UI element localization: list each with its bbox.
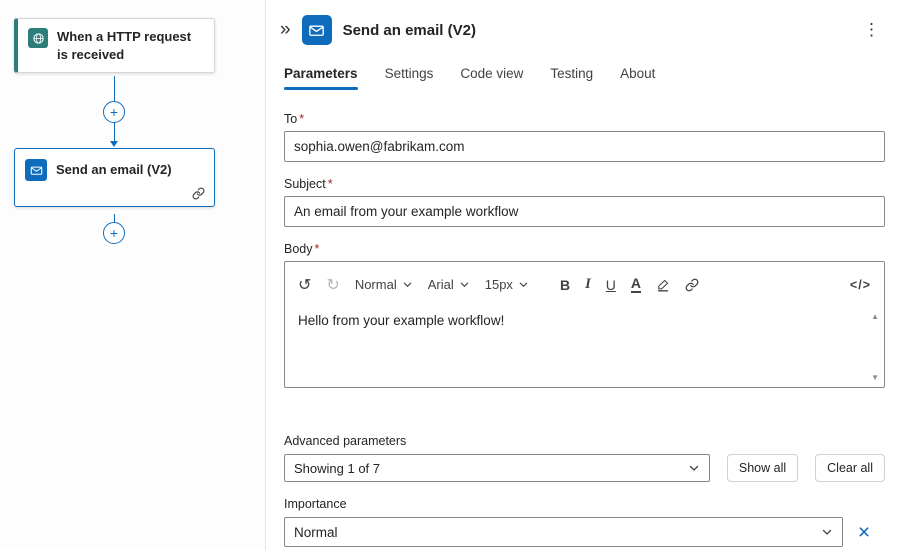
font-family-dropdown[interactable]: Arial [428, 277, 470, 292]
action-details-panel: » Send an email (V2) ⋮ Parameters Settin… [265, 0, 900, 550]
clear-all-button[interactable]: Clear all [815, 454, 885, 482]
more-menu-icon[interactable]: ⋮ [859, 20, 884, 40]
italic-icon[interactable]: I [585, 276, 591, 293]
action-card-send-email[interactable]: Send an email (V2) [14, 148, 215, 207]
trigger-card-label: When a HTTP request is received [57, 28, 204, 63]
panel-header: » Send an email (V2) ⋮ [266, 0, 900, 45]
font-color-icon[interactable]: A [631, 276, 641, 293]
http-request-icon [28, 28, 48, 48]
advanced-parameters-dropdown[interactable]: Showing 1 of 7 [284, 454, 710, 482]
insert-link-icon[interactable] [685, 278, 699, 292]
chevron-down-icon [518, 279, 529, 290]
chevron-down-icon [402, 279, 413, 290]
chevron-down-icon [821, 526, 833, 538]
show-all-button[interactable]: Show all [727, 454, 798, 482]
subject-input[interactable] [284, 196, 885, 227]
chevron-down-icon [688, 462, 700, 474]
chevron-down-icon [459, 279, 470, 290]
subject-field-label: Subject* [284, 177, 885, 191]
underline-icon[interactable]: U [606, 277, 616, 293]
undo-icon[interactable]: ↺ [298, 275, 311, 295]
plus-icon: + [110, 226, 118, 240]
advanced-parameters-row: Showing 1 of 7 Show all Clear all [284, 454, 885, 482]
paragraph-style-dropdown[interactable]: Normal [355, 277, 413, 292]
redo-icon[interactable]: ↻ [326, 275, 339, 295]
trigger-card-http-request[interactable]: When a HTTP request is received [14, 18, 215, 73]
plus-icon: + [110, 105, 118, 119]
required-asterisk: * [328, 177, 333, 191]
scroll-down-icon[interactable]: ▼ [871, 373, 879, 382]
importance-row: Normal × [284, 517, 885, 547]
advanced-parameters-label: Advanced parameters [284, 434, 885, 448]
body-editor-content[interactable]: Hello from your example workflow! [285, 307, 884, 334]
importance-label: Importance [284, 497, 885, 511]
to-field-label: To* [284, 112, 885, 126]
editor-toolbar: ↺ ↻ Normal Arial 15px B I U A [285, 262, 884, 307]
importance-dropdown[interactable]: Normal [284, 517, 843, 547]
workflow-canvas: When a HTTP request is received + Send a… [0, 0, 265, 550]
body-rich-text-editor: ↺ ↻ Normal Arial 15px B I U A [284, 261, 885, 388]
connector-arrow [110, 141, 118, 147]
connection-link-icon[interactable] [192, 187, 205, 200]
font-size-dropdown[interactable]: 15px [485, 277, 529, 292]
tab-settings[interactable]: Settings [385, 66, 434, 90]
to-input[interactable] [284, 131, 885, 162]
remove-importance-icon[interactable]: × [843, 522, 885, 543]
action-card-label: Send an email (V2) [56, 161, 172, 179]
collapse-panel-icon[interactable]: » [280, 20, 291, 41]
tab-about[interactable]: About [620, 66, 655, 90]
required-asterisk: * [315, 242, 320, 256]
tab-code-view[interactable]: Code view [460, 66, 523, 90]
highlight-icon[interactable] [656, 278, 670, 292]
scroll-up-icon[interactable]: ▲ [871, 312, 879, 321]
required-asterisk: * [299, 112, 304, 126]
tab-parameters[interactable]: Parameters [284, 66, 358, 90]
outlook-icon [25, 159, 47, 181]
code-view-icon[interactable]: </> [850, 278, 871, 292]
parameters-form: To* Subject* Body* ↺ ↻ Normal Arial [266, 90, 900, 547]
bold-icon[interactable]: B [560, 277, 570, 293]
outlook-icon [302, 15, 332, 45]
panel-tabs: Parameters Settings Code view Testing Ab… [266, 45, 900, 90]
body-field-label: Body* [284, 242, 885, 256]
panel-title: Send an email (V2) [343, 22, 476, 39]
insert-step-button-2[interactable]: + [103, 222, 125, 244]
insert-step-button-1[interactable]: + [103, 101, 125, 123]
tab-testing[interactable]: Testing [550, 66, 593, 90]
